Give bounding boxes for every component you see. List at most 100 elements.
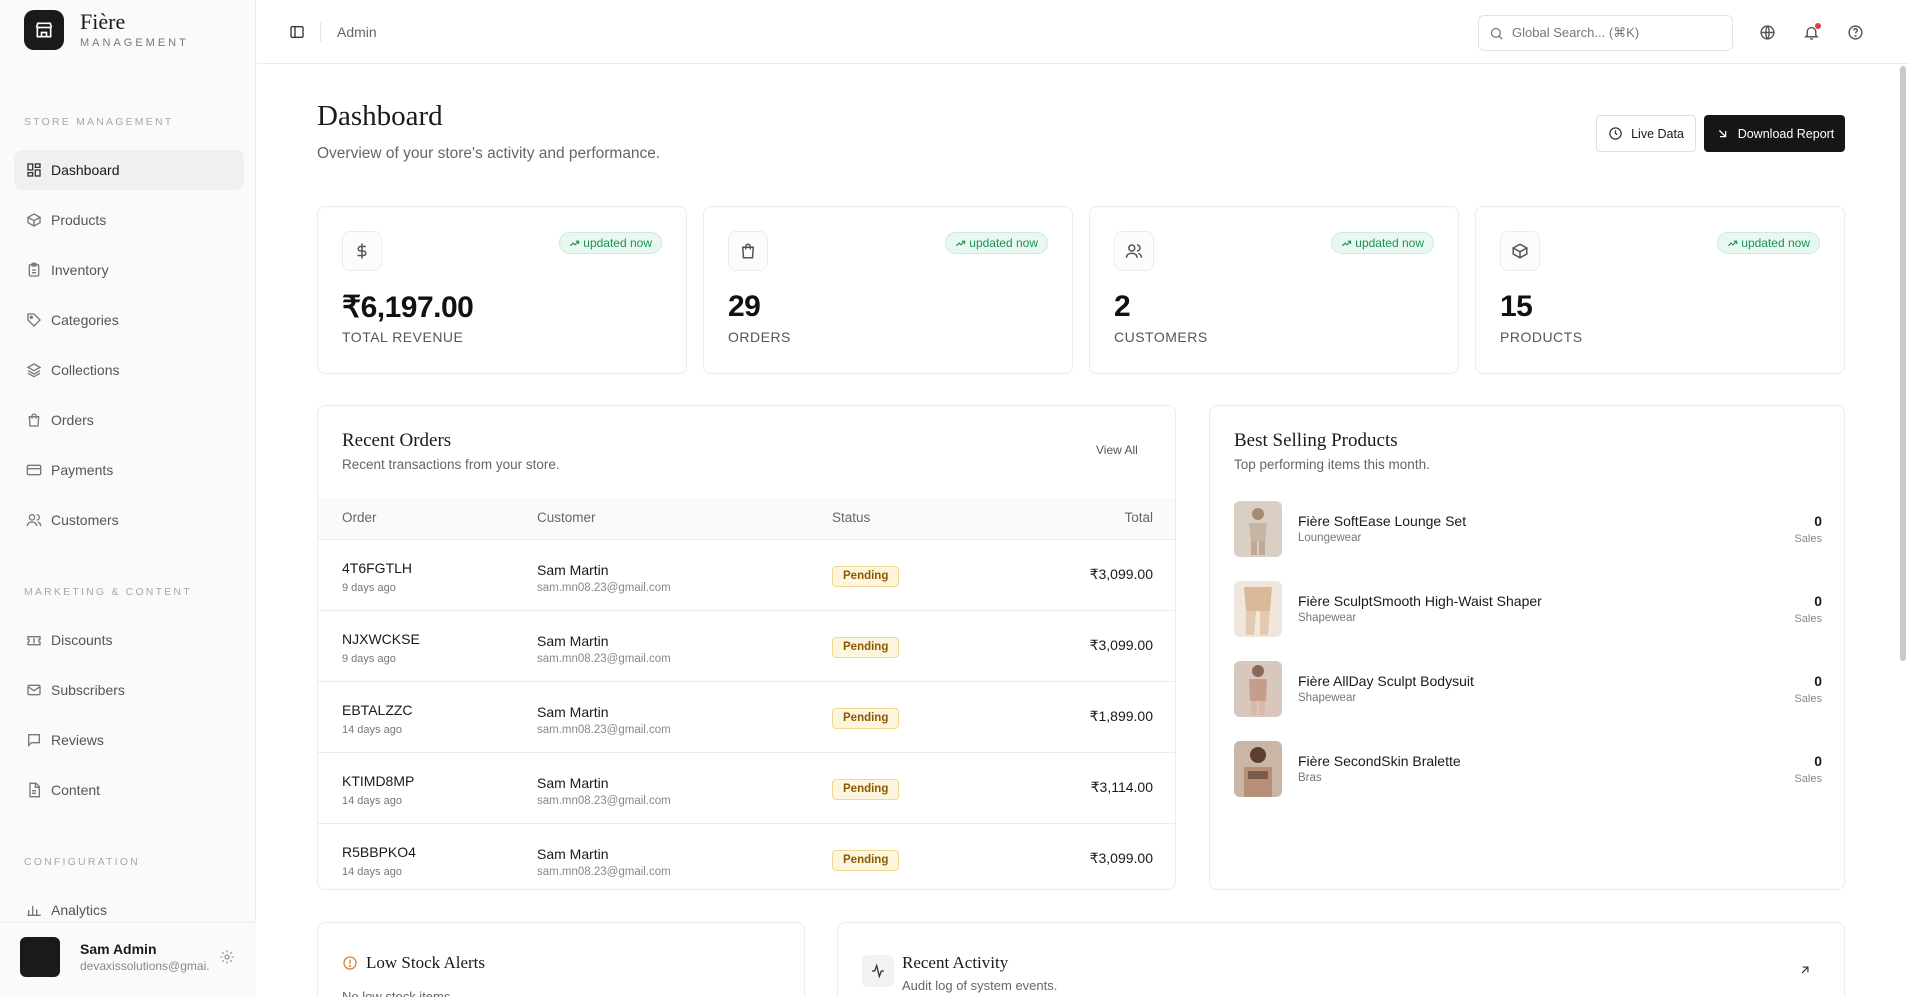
table-row[interactable]: NJXWCKSE 9 days ago Sam Martin sam.mn08.… <box>318 611 1175 682</box>
clipboard-icon <box>28 262 40 277</box>
product-sales-count: 0 <box>1814 673 1822 689</box>
customer-name: Sam Martin <box>537 704 609 720</box>
order-total: ₹1,899.00 <box>1089 708 1153 724</box>
stat-card-products: updated now 15 PRODUCTS <box>1475 206 1845 374</box>
status-badge: updated now <box>559 232 662 254</box>
sidebar: Fière MANAGEMENT STORE MANAGEMENT Dashbo… <box>0 0 256 997</box>
column-header-customer: Customer <box>537 510 596 525</box>
order-id: R5BBPKO4 <box>342 844 416 860</box>
user-profile[interactable]: Sam Admin devaxissolutions@gmai... <box>0 922 256 997</box>
badge-text: updated now <box>1355 236 1424 250</box>
sidebar-item-label: Payments <box>51 462 114 478</box>
sidebar-item-subscribers[interactable]: Subscribers <box>14 670 244 710</box>
shopping-bag-icon <box>28 413 40 427</box>
status-badge: updated now <box>945 232 1048 254</box>
sidebar-item-label: Dashboard <box>51 162 120 178</box>
product-sales-label: Sales <box>1794 773 1822 785</box>
status-badge: Pending <box>832 637 900 658</box>
notification-dot <box>1815 23 1821 29</box>
customer-email: sam.mn08.23@gmail.com <box>537 724 671 736</box>
search-icon <box>1490 27 1503 40</box>
store-logo-icon <box>24 10 64 50</box>
sidebar-item-content[interactable]: Content <box>14 770 244 810</box>
sidebar-item-categories[interactable]: Categories <box>14 300 244 340</box>
box-icon <box>26 213 42 227</box>
product-sales-label: Sales <box>1794 613 1822 625</box>
sidebar-item-collections[interactable]: Collections <box>14 350 244 390</box>
low-stock-card: Low Stock Alerts No low stock items. <box>317 922 805 997</box>
table-row[interactable]: KTIMD8MP 14 days ago Sam Martin sam.mn08… <box>318 753 1175 824</box>
stat-card-orders: updated now 29 ORDERS <box>703 206 1073 374</box>
help-icon[interactable] <box>1847 24 1864 41</box>
scrollbar[interactable] <box>1900 66 1906 661</box>
card-subtitle: No low stock items. <box>342 989 454 997</box>
trending-up-icon <box>1342 240 1352 246</box>
globe-icon[interactable] <box>1759 24 1776 41</box>
list-item[interactable]: Fière SculptSmooth High-Waist Shaper Sha… <box>1234 581 1822 637</box>
bar-chart-icon <box>27 906 41 916</box>
mail-icon <box>27 684 41 696</box>
stat-label: TOTAL REVENUE <box>342 329 464 345</box>
card-subtitle: Top performing items this month. <box>1234 457 1430 472</box>
view-all-link[interactable]: View All <box>1096 443 1138 457</box>
stat-value: 2 <box>1114 290 1131 323</box>
table-row[interactable]: R5BBPKO4 14 days ago Sam Martin sam.mn08… <box>318 824 1175 889</box>
order-total: ₹3,114.00 <box>1090 779 1153 795</box>
brand-name: Fière <box>80 9 126 34</box>
product-image <box>1234 581 1282 637</box>
product-sales-count: 0 <box>1814 513 1822 529</box>
order-id: EBTALZZC <box>342 702 413 718</box>
sidebar-item-label: Collections <box>51 362 120 378</box>
table-row[interactable]: EBTALZZC 14 days ago Sam Martin sam.mn08… <box>318 682 1175 753</box>
list-item[interactable]: Fière SoftEase Lounge Set Loungewear 0 S… <box>1234 501 1822 557</box>
order-total: ₹3,099.00 <box>1089 566 1153 582</box>
recent-activity-card: Recent Activity Audit log of system even… <box>837 922 1845 997</box>
divider <box>320 22 321 42</box>
download-report-button[interactable]: Download Report <box>1704 115 1845 152</box>
sidebar-item-customers[interactable]: Customers <box>14 500 244 540</box>
sidebar-item-dashboard[interactable]: Dashboard <box>14 150 244 190</box>
product-sales-label: Sales <box>1794 533 1822 545</box>
sidebar-item-payments[interactable]: Payments <box>14 450 244 490</box>
product-name: Fière AllDay Sculpt Bodysuit <box>1298 673 1474 689</box>
status-badge: Pending <box>832 850 900 871</box>
product-category: Shapewear <box>1298 692 1357 704</box>
product-category: Loungewear <box>1298 532 1362 544</box>
sidebar-item-reviews[interactable]: Reviews <box>14 720 244 760</box>
live-data-button[interactable]: Live Data <box>1596 115 1696 152</box>
sidebar-item-products[interactable]: Products <box>14 200 244 240</box>
avatar <box>20 937 60 977</box>
live-data-label: Live Data <box>1631 126 1684 141</box>
sidebar-item-label: Discounts <box>51 632 113 648</box>
section-label-config: CONFIGURATION <box>24 856 140 868</box>
table-row[interactable]: 4T6FGTLH 9 days ago Sam Martin sam.mn08.… <box>318 540 1175 611</box>
product-name: Fière SecondSkin Bralette <box>1298 753 1461 769</box>
best-selling-card: Best Selling Products Top performing ite… <box>1209 405 1845 890</box>
card-title: Recent Activity <box>902 953 1009 972</box>
page-subtitle: Overview of your store's activity and pe… <box>317 145 661 162</box>
sidebar-item-orders[interactable]: Orders <box>14 400 244 440</box>
sidebar-toggle-icon[interactable] <box>289 24 305 40</box>
status-badge: updated now <box>1717 232 1820 254</box>
order-id: KTIMD8MP <box>342 773 415 789</box>
clock-icon <box>1609 127 1622 140</box>
customer-email: sam.mn08.23@gmail.com <box>537 653 671 665</box>
file-icon <box>29 782 40 798</box>
activity-icon <box>862 955 894 987</box>
message-square-icon <box>28 734 40 747</box>
sidebar-item-label: Analytics <box>51 902 108 918</box>
table-header: Order Customer Status Total <box>318 498 1175 540</box>
list-item[interactable]: Fière SecondSkin Bralette Bras 0 Sales <box>1234 741 1822 797</box>
brand[interactable]: Fière MANAGEMENT <box>24 10 189 50</box>
search-input[interactable]: Global Search... (⌘K) <box>1478 15 1733 51</box>
list-item[interactable]: Fière AllDay Sculpt Bodysuit Shapewear 0… <box>1234 661 1822 717</box>
stat-value: 15 <box>1500 290 1533 323</box>
gear-icon[interactable] <box>219 949 235 965</box>
breadcrumb[interactable]: Admin <box>337 24 377 40</box>
sidebar-item-inventory[interactable]: Inventory <box>14 250 244 290</box>
stat-label: PRODUCTS <box>1500 329 1583 345</box>
sidebar-item-discounts[interactable]: Discounts <box>14 620 244 660</box>
status-badge: Pending <box>832 779 900 800</box>
arrow-down-right-icon <box>1718 129 1726 138</box>
arrow-up-right-icon[interactable] <box>1798 963 1812 977</box>
